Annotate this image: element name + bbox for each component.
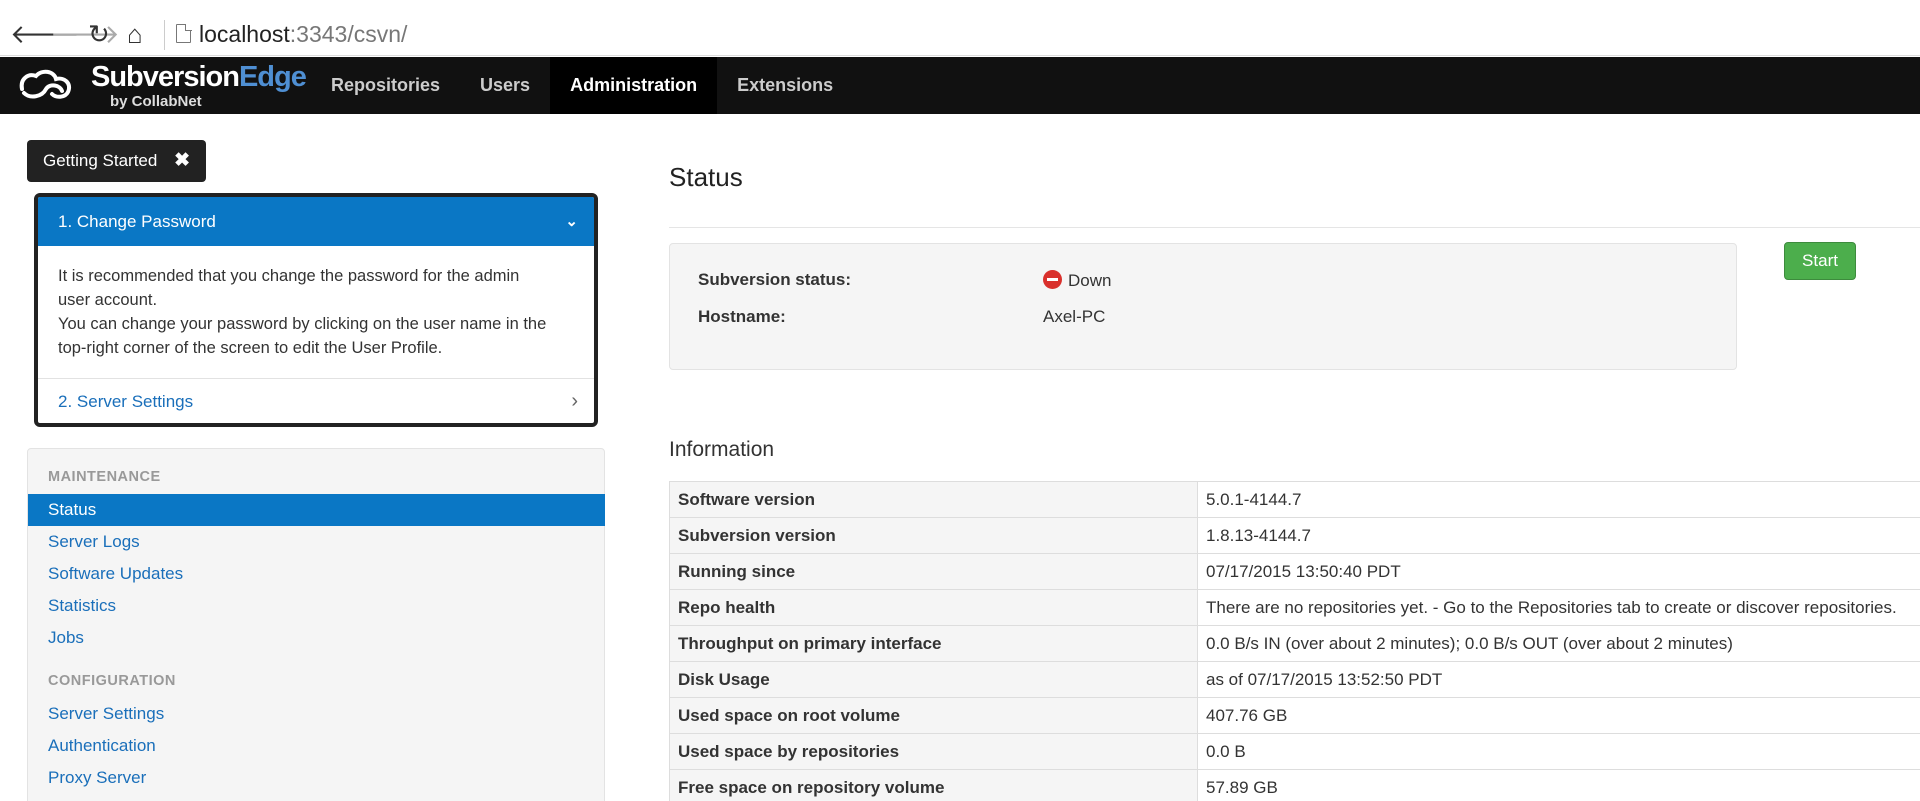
start-button[interactable]: Start [1784, 242, 1856, 280]
getting-started-panel: 1. Change Password ⌄ It is recommended t… [34, 193, 598, 427]
sidebar-item-server-logs[interactable]: Server Logs [28, 526, 605, 558]
table-row: Disk Usage as of 07/17/2015 13:52:50 PDT [669, 661, 1920, 698]
table-row: Free space on repository volume 57.89 GB [669, 769, 1920, 801]
step-server-settings-title: 2. Server Settings [58, 392, 194, 411]
logo-main-text: Subversion [91, 61, 240, 93]
step-text-line: top-right corner of the screen to edit t… [58, 339, 443, 357]
info-key: Disk Usage [669, 661, 1198, 698]
admin-sidebar: MAINTENANCE Status Server Logs Software … [27, 448, 605, 801]
info-key: Subversion version [669, 517, 1198, 554]
sidebar-header-configuration: CONFIGURATION [48, 673, 176, 689]
collabnet-logo-icon[interactable] [16, 67, 76, 103]
address-bar[interactable]: localhost:3343/csvn/ [199, 21, 407, 48]
table-row: Software version 5.0.1-4144.7 [669, 481, 1920, 518]
subversion-status-label: Subversion status: [698, 270, 852, 289]
info-value: 0.0 B/s IN (over about 2 minutes); 0.0 B… [1197, 625, 1920, 662]
step-change-password-header[interactable]: 1. Change Password ⌄ [38, 197, 594, 246]
logo-title: SubversionEdge [91, 61, 307, 94]
info-key: Used space on root volume [669, 697, 1198, 734]
hostname-value: Axel-PC [1043, 307, 1106, 326]
nav-administration[interactable]: Administration [550, 57, 718, 114]
step-change-password-body: It is recommended that you change the pa… [38, 246, 594, 379]
chevron-down-icon: ⌄ [565, 213, 578, 230]
info-key: Repo health [669, 589, 1198, 626]
chevron-right-icon: › [571, 390, 578, 412]
info-value: 5.0.1-4144.7 [1197, 481, 1920, 518]
information-table: Software version 5.0.1-4144.7 Subversion … [669, 481, 1920, 801]
info-key: Running since [669, 553, 1198, 590]
table-row: Subversion version 1.8.13-4144.7 [669, 517, 1920, 554]
step-text-line: user account. [58, 291, 158, 309]
step-text-line: It is recommended that you change the pa… [58, 267, 520, 285]
info-value: 1.8.13-4144.7 [1197, 517, 1920, 554]
table-row: Running since 07/17/2015 13:50:40 PDT [669, 553, 1920, 590]
reload-icon[interactable]: ↻ [88, 19, 110, 49]
sidebar-item-proxy-server[interactable]: Proxy Server [28, 762, 605, 794]
table-row: Used space by repositories 0.0 B [669, 733, 1920, 770]
subversion-status-text: Down [1068, 271, 1112, 290]
url-path: :3343/csvn/ [289, 21, 408, 47]
url-host: localhost [199, 21, 290, 47]
getting-started-label: Getting Started [43, 151, 158, 170]
status-down-icon [1043, 270, 1062, 289]
table-row: Used space on root volume 407.76 GB [669, 697, 1920, 734]
address-bar-separator [164, 20, 165, 50]
nav-repositories[interactable]: Repositories [311, 57, 460, 114]
info-value: as of 07/17/2015 13:52:50 PDT [1197, 661, 1920, 698]
title-divider [669, 227, 1920, 228]
info-value: 57.89 GB [1197, 769, 1920, 801]
top-navigation: Repositories Users Administration Extens… [311, 57, 853, 114]
info-value: 0.0 B [1197, 733, 1920, 770]
sidebar-item-server-settings[interactable]: Server Settings [28, 698, 605, 730]
sidebar-item-software-updates[interactable]: Software Updates [28, 558, 605, 590]
table-row: Repo health There are no repositories yet… [669, 589, 1920, 626]
sidebar-item-jobs[interactable]: Jobs [28, 622, 605, 654]
hostname-label: Hostname: [698, 307, 786, 326]
close-icon[interactable]: ✖ [174, 140, 190, 182]
info-key: Free space on repository volume [669, 769, 1198, 801]
information-title: Information [669, 438, 775, 461]
nav-users[interactable]: Users [460, 57, 550, 114]
step-change-password-title: 1. Change Password [58, 212, 216, 231]
sidebar-item-authentication[interactable]: Authentication [28, 730, 605, 762]
info-value: 407.76 GB [1197, 697, 1920, 734]
sidebar-item-statistics[interactable]: Statistics [28, 590, 605, 622]
step-server-settings-header[interactable]: 2. Server Settings › [38, 379, 594, 423]
step-text-line: You can change your password by clicking… [58, 315, 547, 333]
app-header: SubversionEdge by CollabNet Repositories… [0, 57, 1920, 114]
info-key: Used space by repositories [669, 733, 1198, 770]
getting-started-button[interactable]: Getting Started ✖ [27, 140, 206, 182]
info-value: There are no repositories yet. - Go to t… [1197, 589, 1920, 626]
status-panel: Subversion status: Down Hostname: Axel-P… [669, 243, 1737, 370]
sidebar-item-status[interactable]: Status [28, 494, 605, 526]
page-icon [176, 23, 192, 43]
logo-subtitle: by CollabNet [110, 93, 202, 110]
table-row: Throughput on primary interface 0.0 B/s I… [669, 625, 1920, 662]
info-key: Throughput on primary interface [669, 625, 1198, 662]
info-value: 07/17/2015 13:50:40 PDT [1197, 553, 1920, 590]
info-key: Software version [669, 481, 1198, 518]
logo-accent-text: Edge [238, 61, 307, 93]
subversion-status-value: Down [1043, 270, 1111, 291]
nav-extensions[interactable]: Extensions [717, 57, 853, 114]
sidebar-header-maintenance: MAINTENANCE [48, 469, 161, 485]
home-icon[interactable]: ⌂ [127, 19, 143, 49]
page-title: Status [669, 162, 743, 192]
browser-toolbar: 🡐 🡒 ↻ ⌂ localhost:3343/csvn/ [0, 0, 1920, 56]
